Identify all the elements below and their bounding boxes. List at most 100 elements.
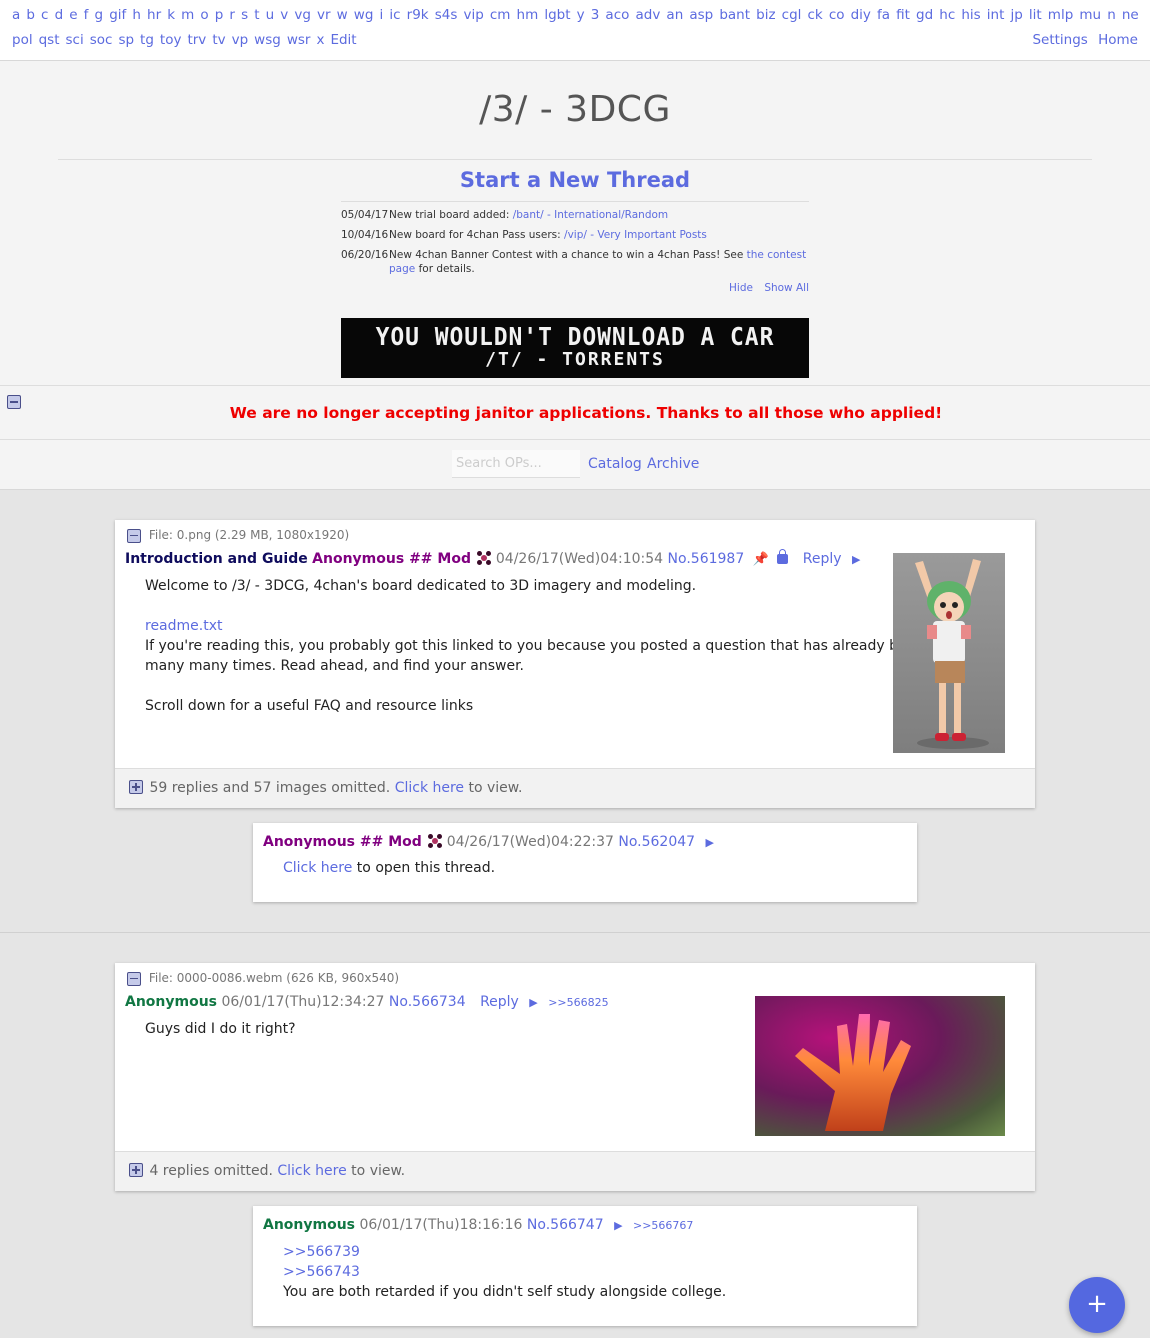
- board-link[interactable]: t: [254, 7, 259, 23]
- board-link[interactable]: m: [181, 7, 194, 23]
- board-link[interactable]: vg: [294, 7, 311, 23]
- post-menu-arrow-icon[interactable]: ▶: [614, 1219, 622, 1232]
- quote-link[interactable]: >>566743: [283, 1262, 726, 1282]
- settings-link[interactable]: Settings: [1032, 32, 1087, 48]
- reply-button[interactable]: Reply: [480, 994, 519, 1010]
- board-link[interactable]: u: [266, 7, 275, 23]
- board-link[interactable]: trv: [187, 32, 206, 48]
- board-link[interactable]: vp: [232, 32, 249, 48]
- post-thumbnail[interactable]: [755, 996, 1005, 1136]
- home-link[interactable]: Home: [1098, 32, 1138, 48]
- archive-link[interactable]: Archive: [647, 456, 699, 472]
- board-link[interactable]: mlp: [1048, 7, 1073, 23]
- add-post-button[interactable]: +: [1069, 1277, 1125, 1333]
- board-link[interactable]: d: [55, 7, 64, 23]
- edit-boards-link[interactable]: Edit: [330, 32, 356, 48]
- board-link[interactable]: e: [69, 7, 77, 23]
- post-menu-arrow-icon[interactable]: ▶: [529, 996, 537, 1009]
- board-link[interactable]: vr: [317, 7, 331, 23]
- backlink[interactable]: >>566767: [633, 1219, 693, 1232]
- board-link[interactable]: v: [280, 7, 288, 23]
- post-thumbnail[interactable]: [893, 553, 1005, 753]
- post-number[interactable]: No.562047: [618, 834, 695, 850]
- board-link[interactable]: o: [200, 7, 208, 23]
- board-link[interactable]: toy: [160, 32, 182, 48]
- board-banner[interactable]: YOU WOULDN'T DOWNLOAD A CAR /T/ - TORREN…: [341, 318, 809, 378]
- post-number[interactable]: No.566734: [389, 994, 466, 1010]
- board-link[interactable]: an: [666, 7, 683, 23]
- reply-button[interactable]: Reply: [803, 551, 842, 567]
- board-link[interactable]: p: [215, 7, 224, 23]
- board-link[interactable]: his: [961, 7, 980, 23]
- board-link[interactable]: n: [1107, 7, 1116, 23]
- hide-thread-icon[interactable]: [127, 528, 141, 543]
- open-thread-link[interactable]: Click here: [283, 860, 352, 876]
- news-link[interactable]: /bant/ - International/Random: [513, 209, 668, 221]
- post-menu-arrow-icon[interactable]: ▶: [706, 836, 714, 849]
- expand-thread-link[interactable]: Click here: [395, 780, 464, 796]
- board-link[interactable]: wsr: [287, 32, 311, 48]
- board-link[interactable]: pol: [12, 32, 33, 48]
- quote-link[interactable]: >>566739: [283, 1242, 726, 1262]
- board-link[interactable]: tg: [140, 32, 154, 48]
- board-link[interactable]: hr: [147, 7, 161, 23]
- board-link[interactable]: hm: [517, 7, 539, 23]
- board-link[interactable]: cgl: [782, 7, 802, 23]
- board-link[interactable]: s: [241, 7, 248, 23]
- board-link[interactable]: ic: [389, 7, 400, 23]
- post-menu-arrow-icon[interactable]: ▶: [852, 553, 860, 566]
- board-link[interactable]: vip: [463, 7, 483, 23]
- board-link[interactable]: ck: [807, 7, 822, 23]
- board-link[interactable]: y: [577, 7, 585, 23]
- board-link[interactable]: wg: [354, 7, 374, 23]
- board-link[interactable]: cm: [490, 7, 511, 23]
- board-link[interactable]: r9k: [407, 7, 429, 23]
- news-link[interactable]: /vip/ - Very Important Posts: [564, 229, 707, 241]
- expand-thread-icon[interactable]: [129, 1163, 143, 1177]
- board-link[interactable]: diy: [851, 7, 871, 23]
- board-link[interactable]: gif: [109, 7, 126, 23]
- board-link[interactable]: soc: [90, 32, 113, 48]
- board-link[interactable]: mu: [1079, 7, 1101, 23]
- start-new-thread-button[interactable]: Start a New Thread: [0, 168, 1150, 192]
- readme-link[interactable]: readme.txt: [145, 616, 970, 636]
- board-link[interactable]: 3: [591, 7, 600, 23]
- board-link[interactable]: x: [316, 32, 324, 48]
- board-link[interactable]: aco: [605, 7, 629, 23]
- board-link[interactable]: int: [987, 7, 1005, 23]
- board-link[interactable]: fit: [896, 7, 910, 23]
- hide-news-link[interactable]: Hide: [729, 282, 753, 294]
- board-link[interactable]: biz: [756, 7, 775, 23]
- board-link[interactable]: bant: [719, 7, 750, 23]
- board-link[interactable]: h: [132, 7, 141, 23]
- expand-thread-icon[interactable]: [129, 780, 143, 794]
- expand-thread-link[interactable]: Click here: [277, 1163, 346, 1179]
- board-link[interactable]: i: [380, 7, 384, 23]
- board-link[interactable]: fa: [877, 7, 890, 23]
- board-link[interactable]: gd: [916, 7, 933, 23]
- board-link[interactable]: qst: [39, 32, 60, 48]
- board-link[interactable]: k: [167, 7, 175, 23]
- board-link[interactable]: b: [26, 7, 35, 23]
- catalog-link[interactable]: Catalog: [588, 456, 642, 472]
- board-link[interactable]: g: [95, 7, 104, 23]
- board-link[interactable]: lgbt: [544, 7, 570, 23]
- board-link[interactable]: sci: [66, 32, 84, 48]
- board-link[interactable]: f: [84, 7, 89, 23]
- post-number[interactable]: No.566747: [527, 1217, 604, 1233]
- board-link[interactable]: s4s: [435, 7, 458, 23]
- board-link[interactable]: wsg: [254, 32, 281, 48]
- board-link[interactable]: sp: [118, 32, 134, 48]
- board-link[interactable]: asp: [689, 7, 713, 23]
- backlink[interactable]: >>566825: [548, 996, 608, 1009]
- board-link[interactable]: adv: [635, 7, 660, 23]
- board-link[interactable]: c: [41, 7, 48, 23]
- show-all-news-link[interactable]: Show All: [764, 282, 809, 294]
- board-link[interactable]: a: [12, 7, 20, 23]
- board-link[interactable]: lit: [1029, 7, 1042, 23]
- board-link[interactable]: w: [337, 7, 348, 23]
- post-number[interactable]: No.561987: [668, 551, 745, 567]
- board-link[interactable]: tv: [212, 32, 225, 48]
- board-link[interactable]: co: [829, 7, 845, 23]
- search-ops-input[interactable]: [452, 450, 580, 478]
